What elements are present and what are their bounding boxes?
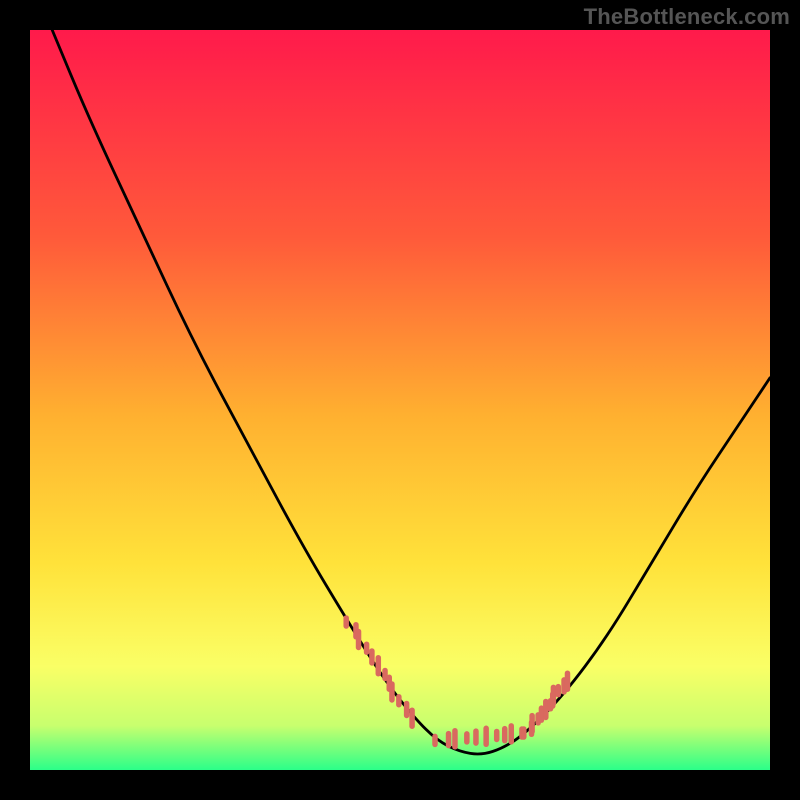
chart-frame: TheBottleneck.com — [0, 0, 800, 800]
plot-area — [30, 30, 770, 770]
bottleneck-curve-chart — [30, 30, 770, 770]
watermark-text: TheBottleneck.com — [584, 4, 790, 30]
